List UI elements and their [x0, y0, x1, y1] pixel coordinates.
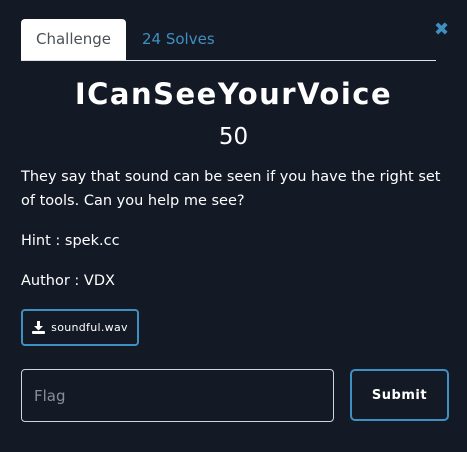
flag-input[interactable] [21, 369, 334, 422]
download-icon [32, 321, 46, 334]
tab-solves[interactable]: 24 Solves [142, 19, 215, 60]
submit-button[interactable]: Submit [350, 369, 449, 421]
challenge-title: ICanSeeYourVoice [74, 77, 393, 111]
tab-challenge[interactable]: Challenge [21, 19, 126, 60]
close-icon[interactable]: ✖ [434, 20, 449, 40]
file-name: soundful.wav [51, 321, 128, 334]
challenge-description: They say that sound can be seen if you h… [21, 169, 441, 209]
challenge-tabs: Challenge 24 Solves [21, 19, 436, 61]
challenge-points: 50 [218, 124, 249, 150]
challenge-hint: Hint : spek.cc [21, 233, 120, 249]
download-file-button[interactable]: soundful.wav [21, 309, 139, 346]
challenge-author: Author : VDX [21, 273, 115, 289]
